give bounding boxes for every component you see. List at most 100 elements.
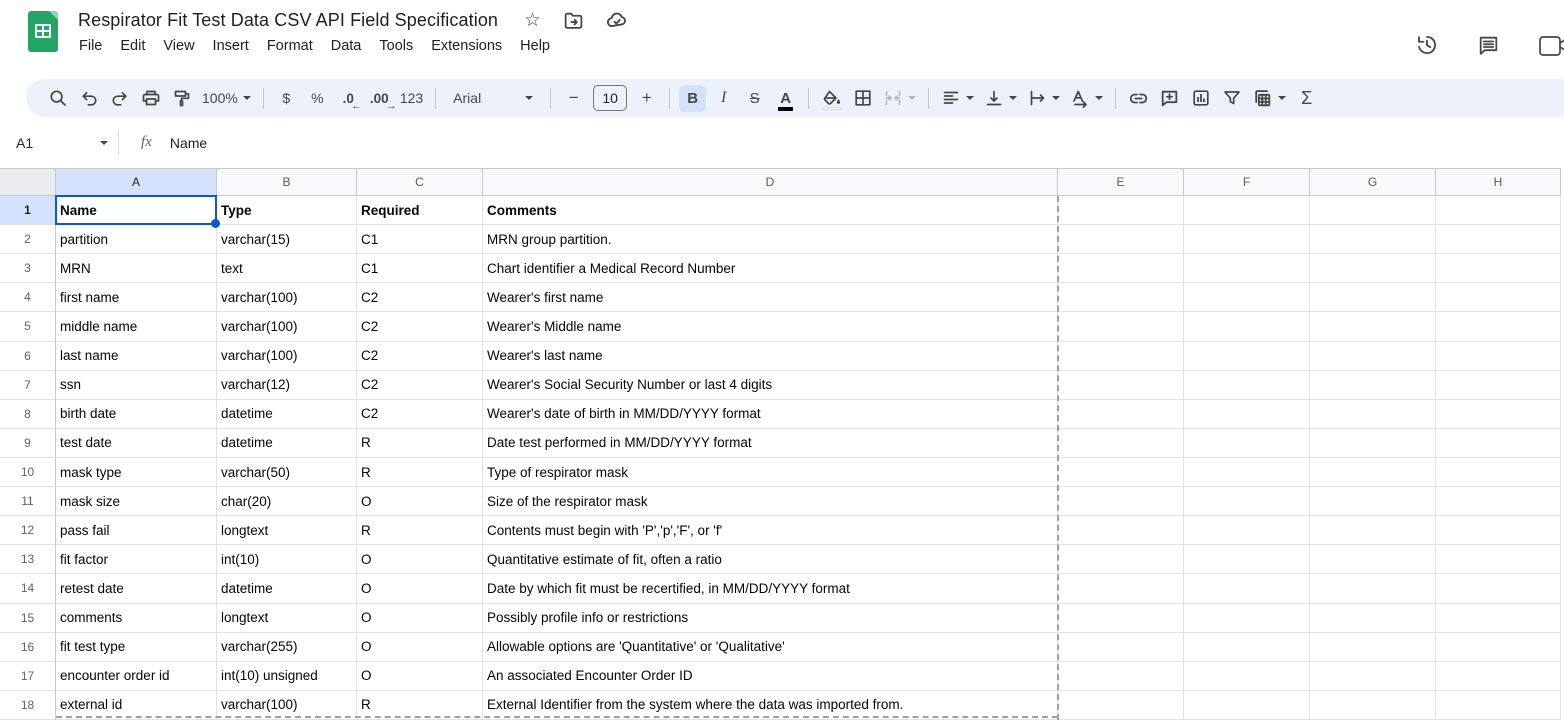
cell-H9[interactable] xyxy=(1436,429,1561,458)
strikethrough-button[interactable]: S xyxy=(741,85,768,112)
zoom-button[interactable]: 100% xyxy=(199,85,254,112)
menu-view[interactable]: View xyxy=(154,34,203,58)
cell-H14[interactable] xyxy=(1436,574,1561,603)
cell-C4[interactable]: C2 xyxy=(357,283,483,312)
cell-E9[interactable] xyxy=(1058,429,1184,458)
menu-extensions[interactable]: Extensions xyxy=(422,34,511,58)
cell-A9[interactable]: test date xyxy=(56,429,217,458)
column-header-B[interactable]: B xyxy=(217,168,357,196)
cell-F8[interactable] xyxy=(1184,400,1310,429)
cell-G8[interactable] xyxy=(1310,400,1436,429)
cell-C16[interactable]: O xyxy=(357,633,483,662)
cell-G16[interactable] xyxy=(1310,633,1436,662)
cell-A2[interactable]: partition xyxy=(56,225,217,254)
font-family-selector[interactable]: Arial xyxy=(445,85,541,112)
cell-H7[interactable] xyxy=(1436,371,1561,400)
move-to-folder-icon[interactable] xyxy=(563,10,584,31)
fill-color-button[interactable] xyxy=(818,85,845,112)
menu-data[interactable]: Data xyxy=(322,34,371,58)
cell-E15[interactable] xyxy=(1058,604,1184,633)
column-header-G[interactable]: G xyxy=(1310,168,1436,196)
cell-A1[interactable]: Name xyxy=(56,196,217,225)
cell-B12[interactable]: longtext xyxy=(217,516,357,545)
text-wrap-button[interactable] xyxy=(1024,85,1063,112)
cell-H2[interactable] xyxy=(1436,225,1561,254)
row-header-1[interactable]: 1 xyxy=(0,196,56,225)
cell-H11[interactable] xyxy=(1436,487,1561,516)
cell-B11[interactable]: char(20) xyxy=(217,487,357,516)
cell-B3[interactable]: text xyxy=(217,254,357,283)
row-header-15[interactable]: 15 xyxy=(0,604,56,633)
cell-E5[interactable] xyxy=(1058,312,1184,341)
name-box[interactable]: A1 xyxy=(0,135,118,151)
cell-C17[interactable]: O xyxy=(357,662,483,691)
cell-C14[interactable]: O xyxy=(357,574,483,603)
cell-E17[interactable] xyxy=(1058,662,1184,691)
cell-C9[interactable]: R xyxy=(357,429,483,458)
cell-B13[interactable]: int(10) xyxy=(217,545,357,574)
row-header-4[interactable]: 4 xyxy=(0,283,56,312)
cell-D15[interactable]: Possibly profile info or restrictions xyxy=(483,604,1058,633)
menu-tools[interactable]: Tools xyxy=(370,34,422,58)
cell-B16[interactable]: varchar(255) xyxy=(217,633,357,662)
cell-G9[interactable] xyxy=(1310,429,1436,458)
cell-E3[interactable] xyxy=(1058,254,1184,283)
cell-D11[interactable]: Size of the respirator mask xyxy=(483,487,1058,516)
cell-G2[interactable] xyxy=(1310,225,1436,254)
cell-B2[interactable]: varchar(15) xyxy=(217,225,357,254)
row-header-5[interactable]: 5 xyxy=(0,312,56,341)
more-formats-button[interactable]: 123 xyxy=(397,85,426,112)
menu-insert[interactable]: Insert xyxy=(204,34,258,58)
menu-help[interactable]: Help xyxy=(511,34,559,58)
cell-D12[interactable]: Contents must begin with 'P','p','F', or… xyxy=(483,516,1058,545)
cell-A3[interactable]: MRN xyxy=(56,254,217,283)
row-header-13[interactable]: 13 xyxy=(0,545,56,574)
undo-button[interactable] xyxy=(75,85,102,112)
vertical-align-button[interactable] xyxy=(981,85,1020,112)
cell-H13[interactable] xyxy=(1436,545,1561,574)
cell-F15[interactable] xyxy=(1184,604,1310,633)
search-menus-button[interactable] xyxy=(44,85,71,112)
cell-H18[interactable] xyxy=(1436,691,1561,720)
format-currency-button[interactable]: $ xyxy=(273,85,300,112)
cell-A5[interactable]: middle name xyxy=(56,312,217,341)
cell-F14[interactable] xyxy=(1184,574,1310,603)
cell-C1[interactable]: Required xyxy=(357,196,483,225)
decrease-font-size-button[interactable]: − xyxy=(560,85,587,112)
cell-D4[interactable]: Wearer's first name xyxy=(483,283,1058,312)
cell-H15[interactable] xyxy=(1436,604,1561,633)
font-size-input[interactable]: 10 xyxy=(593,85,627,111)
cell-C10[interactable]: R xyxy=(357,458,483,487)
column-header-A[interactable]: A xyxy=(56,168,217,196)
merge-cells-button[interactable] xyxy=(880,85,919,112)
cell-A13[interactable]: fit factor xyxy=(56,545,217,574)
cell-F17[interactable] xyxy=(1184,662,1310,691)
cell-D9[interactable]: Date test performed in MM/DD/YYYY format xyxy=(483,429,1058,458)
cell-G14[interactable] xyxy=(1310,574,1436,603)
menu-edit[interactable]: Edit xyxy=(111,34,154,58)
cell-A10[interactable]: mask type xyxy=(56,458,217,487)
cell-G12[interactable] xyxy=(1310,516,1436,545)
cell-F3[interactable] xyxy=(1184,254,1310,283)
cell-A12[interactable]: pass fail xyxy=(56,516,217,545)
cell-F16[interactable] xyxy=(1184,633,1310,662)
column-header-D[interactable]: D xyxy=(483,168,1058,196)
cell-C11[interactable]: O xyxy=(357,487,483,516)
cell-H3[interactable] xyxy=(1436,254,1561,283)
cell-H8[interactable] xyxy=(1436,400,1561,429)
cell-D13[interactable]: Quantitative estimate of fit, often a ra… xyxy=(483,545,1058,574)
cell-H10[interactable] xyxy=(1436,458,1561,487)
video-call-icon[interactable] xyxy=(1537,32,1564,58)
cell-H17[interactable] xyxy=(1436,662,1561,691)
row-header-10[interactable]: 10 xyxy=(0,458,56,487)
italic-button[interactable]: I xyxy=(710,85,737,112)
star-icon[interactable]: ☆ xyxy=(524,9,541,32)
cell-F9[interactable] xyxy=(1184,429,1310,458)
cell-H4[interactable] xyxy=(1436,283,1561,312)
cell-A7[interactable]: ssn xyxy=(56,371,217,400)
cell-C3[interactable]: C1 xyxy=(357,254,483,283)
cell-A17[interactable]: encounter order id xyxy=(56,662,217,691)
cell-D8[interactable]: Wearer's date of birth in MM/DD/YYYY for… xyxy=(483,400,1058,429)
cell-E12[interactable] xyxy=(1058,516,1184,545)
cell-E11[interactable] xyxy=(1058,487,1184,516)
